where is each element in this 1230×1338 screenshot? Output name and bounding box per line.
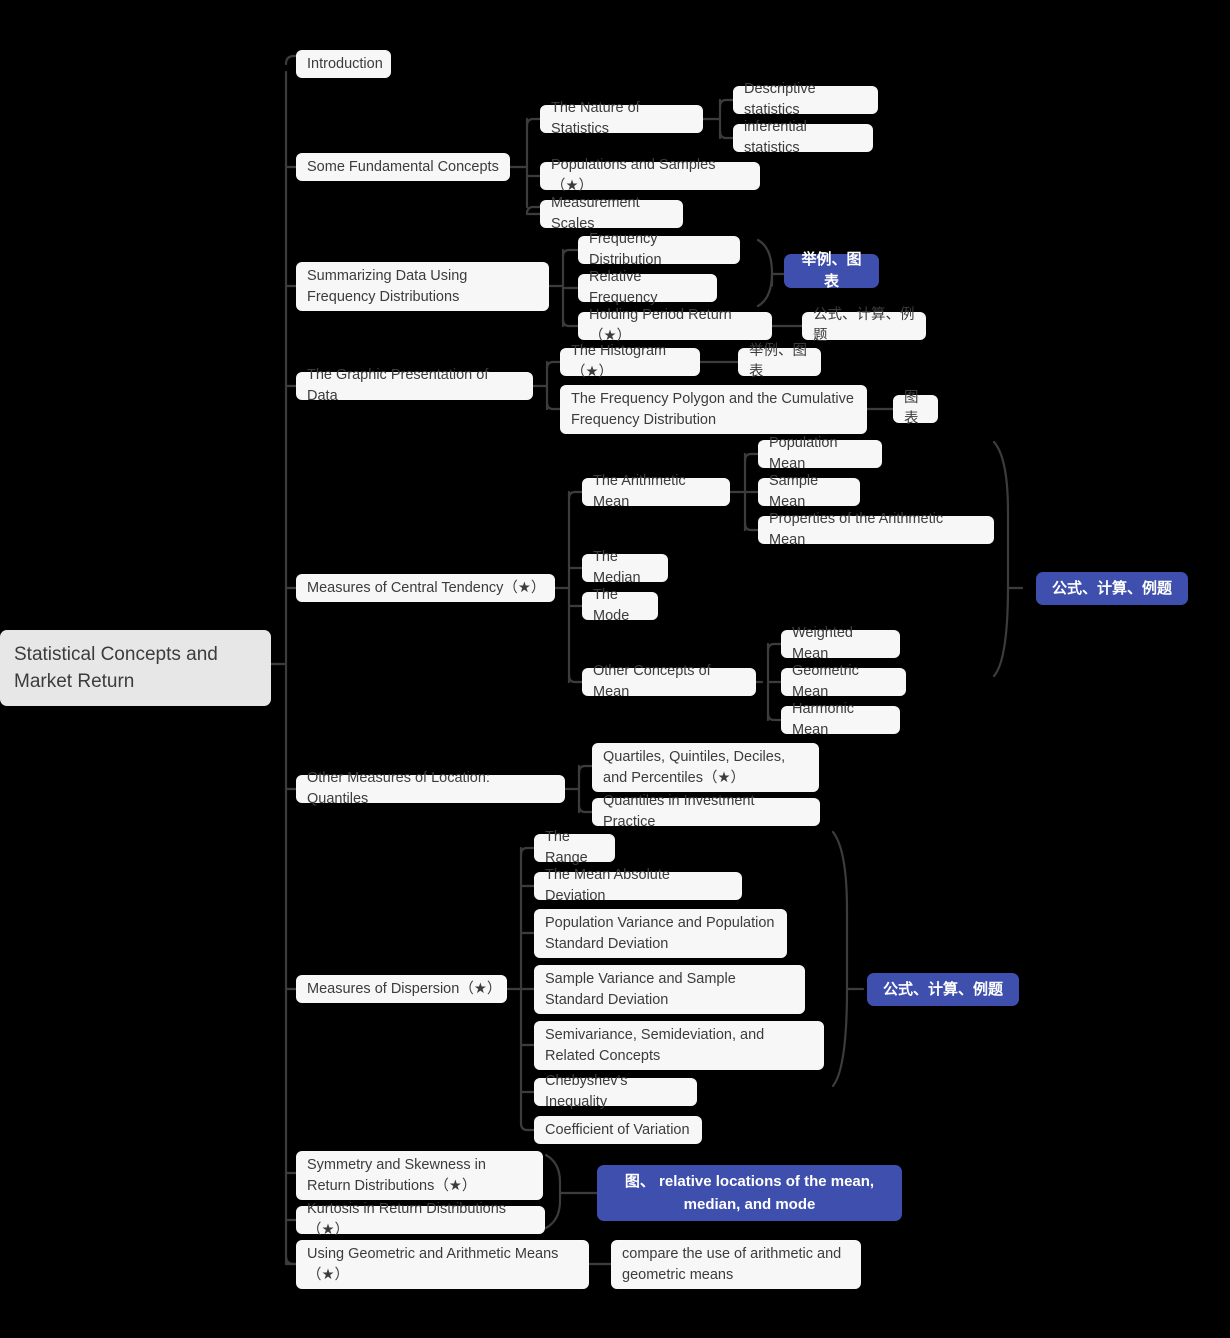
node-label: Symmetry and Skewness in Return Distribu… (307, 1156, 486, 1194)
node-label: The Graphic Presentation of Data (307, 367, 489, 404)
node-label: Introduction (307, 55, 383, 72)
node-label: Populations and Samples（★） (551, 157, 716, 194)
badge-label: 举例、图表 (801, 251, 862, 290)
node-label: Other Concepts of Mean (593, 663, 711, 700)
node-label: Quartiles, Quintiles, Deciles, and Perce… (603, 748, 786, 786)
node-kurtosis-in-return-distributions[interactable]: Kurtosis in Return Distributions（★） (296, 1201, 545, 1238)
node-label: 公式、计算、例题 (813, 307, 915, 344)
node-compare-arithmetic-geometric-means[interactable]: compare the use of arithmetic and geomet… (611, 1240, 861, 1289)
root-label: Statistical Concepts and Market Return (14, 644, 218, 692)
node-label: Chebyshev's Inequality (545, 1073, 628, 1110)
node-label: Summarizing Data Using Frequency Distrib… (307, 267, 468, 305)
badge-label: 图、 relative locations of the mean, media… (624, 1173, 875, 1213)
node-the-nature-of-statistics[interactable]: The Nature of Statistics (540, 100, 703, 137)
node-quantiles-in-investment-practice[interactable]: Quantiles in Investment Practice (592, 793, 820, 830)
node-population-variance-standard-deviation[interactable]: Population Variance and Population Stand… (534, 909, 787, 958)
node-label: The Range (545, 829, 588, 866)
node-measures-of-central-tendency[interactable]: Measures of Central Tendency（★） (296, 574, 555, 602)
node-label: The Mode (593, 587, 630, 624)
node-chebyshevs-inequality[interactable]: Chebyshev's Inequality (534, 1073, 697, 1110)
node-semivariance-semideviation[interactable]: Semivariance, Semideviation, and Related… (534, 1021, 824, 1070)
node-label: Semivariance, Semideviation, and Related… (545, 1026, 765, 1064)
node-the-histogram[interactable]: The Histogram（★） (560, 343, 700, 380)
root-node[interactable]: Statistical Concepts and Market Return (0, 630, 271, 706)
badge-formula-calc-example-3[interactable]: 公式、计算、例题 (867, 973, 1019, 1006)
node-frequency-polygon-cumulative[interactable]: The Frequency Polygon and the Cumulative… (560, 385, 867, 434)
node-some-fundamental-concepts[interactable]: Some Fundamental Concepts (296, 153, 510, 181)
node-label: Sample Variance and Sample Standard Devi… (545, 970, 736, 1008)
node-charts-1[interactable]: 图表 (893, 390, 938, 427)
node-label: The Frequency Polygon and the Cumulative… (571, 390, 854, 428)
node-populations-and-samples[interactable]: Populations and Samples（★） (540, 157, 760, 194)
node-the-range[interactable]: The Range (534, 829, 615, 866)
node-label: Quantiles in Investment Practice (603, 793, 755, 830)
node-symmetry-and-skewness[interactable]: Symmetry and Skewness in Return Distribu… (296, 1151, 543, 1200)
badge-formula-calc-example-2[interactable]: 公式、计算、例题 (1036, 572, 1188, 605)
node-measurement-scales[interactable]: Measurement Scales (540, 195, 683, 232)
node-using-geometric-and-arithmetic-means[interactable]: Using Geometric and Arithmetic Means（★） (296, 1240, 589, 1289)
node-the-mean-absolute-deviation[interactable]: The Mean Absolute Deviation (534, 867, 742, 904)
node-population-mean[interactable]: Population Mean (758, 435, 882, 472)
node-weighted-mean[interactable]: Weighted Mean (781, 625, 900, 662)
node-label: The Median (593, 549, 641, 586)
node-label: Descriptive statistics (744, 81, 816, 118)
node-label: Population Mean (769, 435, 838, 472)
node-harmonic-mean[interactable]: Harmonic Mean (781, 701, 900, 738)
badge-label: 公式、计算、例题 (1051, 579, 1172, 597)
node-label: 图表 (904, 390, 919, 427)
node-formula-calc-example-1[interactable]: 公式、计算、例题 (802, 307, 926, 344)
node-the-median[interactable]: The Median (582, 549, 668, 586)
node-geometric-mean[interactable]: Geometric Mean (781, 663, 906, 700)
badge-examples-charts-1[interactable]: 举例、图表 (784, 251, 879, 290)
node-holding-period-return[interactable]: Holding Period Return（★） (578, 307, 772, 344)
node-label: Measures of Dispersion（★） (307, 980, 502, 997)
node-the-arithmetic-mean[interactable]: The Arithmetic Mean (582, 473, 730, 510)
node-label: The Histogram（★） (571, 343, 667, 380)
node-label: Geometric Mean (792, 663, 859, 700)
badge-relative-locations-mean-median-mode[interactable]: 图、 relative locations of the mean, media… (597, 1165, 902, 1221)
node-label: 举例、图表 (749, 343, 807, 380)
node-other-concepts-of-mean[interactable]: Other Concepts of Mean (582, 663, 756, 700)
node-label: Sample Mean (769, 473, 819, 510)
node-sample-variance-standard-deviation[interactable]: Sample Variance and Sample Standard Devi… (534, 965, 805, 1014)
node-relative-frequency[interactable]: Relative Frequency (578, 269, 717, 306)
node-label: Some Fundamental Concepts (307, 158, 499, 175)
node-other-measures-of-location-quantiles[interactable]: Other Measures of Location: Quantiles (296, 770, 565, 807)
node-frequency-distribution[interactable]: Frequency Distribution (578, 231, 740, 268)
node-introduction[interactable]: Introduction (296, 50, 391, 78)
node-coefficient-of-variation[interactable]: Coefficient of Variation (534, 1116, 702, 1144)
node-measures-of-dispersion[interactable]: Measures of Dispersion（★） (296, 975, 507, 1003)
node-label: Properties of the Arithmetic Mean (769, 511, 944, 548)
mindmap-canvas: Statistical Concepts and Market Return I… (0, 0, 1230, 1338)
node-label: inferential statistics (744, 119, 807, 156)
node-the-graphic-presentation-of-data[interactable]: The Graphic Presentation of Data (296, 367, 533, 404)
node-inferential-statistics[interactable]: inferential statistics (733, 119, 873, 156)
node-label: compare the use of arithmetic and geomet… (622, 1245, 842, 1283)
node-label: The Nature of Statistics (551, 100, 640, 137)
node-label: Measures of Central Tendency（★） (307, 579, 546, 596)
node-properties-of-the-arithmetic-mean[interactable]: Properties of the Arithmetic Mean (758, 511, 994, 548)
node-the-mode[interactable]: The Mode (582, 587, 658, 624)
node-label: The Mean Absolute Deviation (545, 867, 670, 904)
node-label: Weighted Mean (792, 625, 853, 662)
node-label: Frequency Distribution (589, 231, 662, 268)
node-summarizing-data-using-frequency-distributions[interactable]: Summarizing Data Using Frequency Distrib… (296, 262, 549, 311)
node-quartiles-quintiles-deciles-percentiles[interactable]: Quartiles, Quintiles, Deciles, and Perce… (592, 743, 819, 792)
node-label: Harmonic Mean (792, 701, 855, 738)
node-label: Coefficient of Variation (545, 1121, 690, 1138)
node-descriptive-statistics[interactable]: Descriptive statistics (733, 81, 878, 118)
node-sample-mean[interactable]: Sample Mean (758, 473, 860, 510)
badge-label: 公式、计算、例题 (882, 980, 1003, 998)
node-label: The Arithmetic Mean (593, 473, 686, 510)
node-label: Population Variance and Population Stand… (545, 914, 775, 952)
node-label: Kurtosis in Return Distributions（★） (307, 1201, 507, 1238)
node-label: Relative Frequency (589, 269, 658, 306)
node-examples-charts-2[interactable]: 举例、图表 (738, 343, 821, 380)
node-label: Other Measures of Location: Quantiles (307, 770, 490, 807)
node-label: Using Geometric and Arithmetic Means（★） (307, 1245, 559, 1283)
